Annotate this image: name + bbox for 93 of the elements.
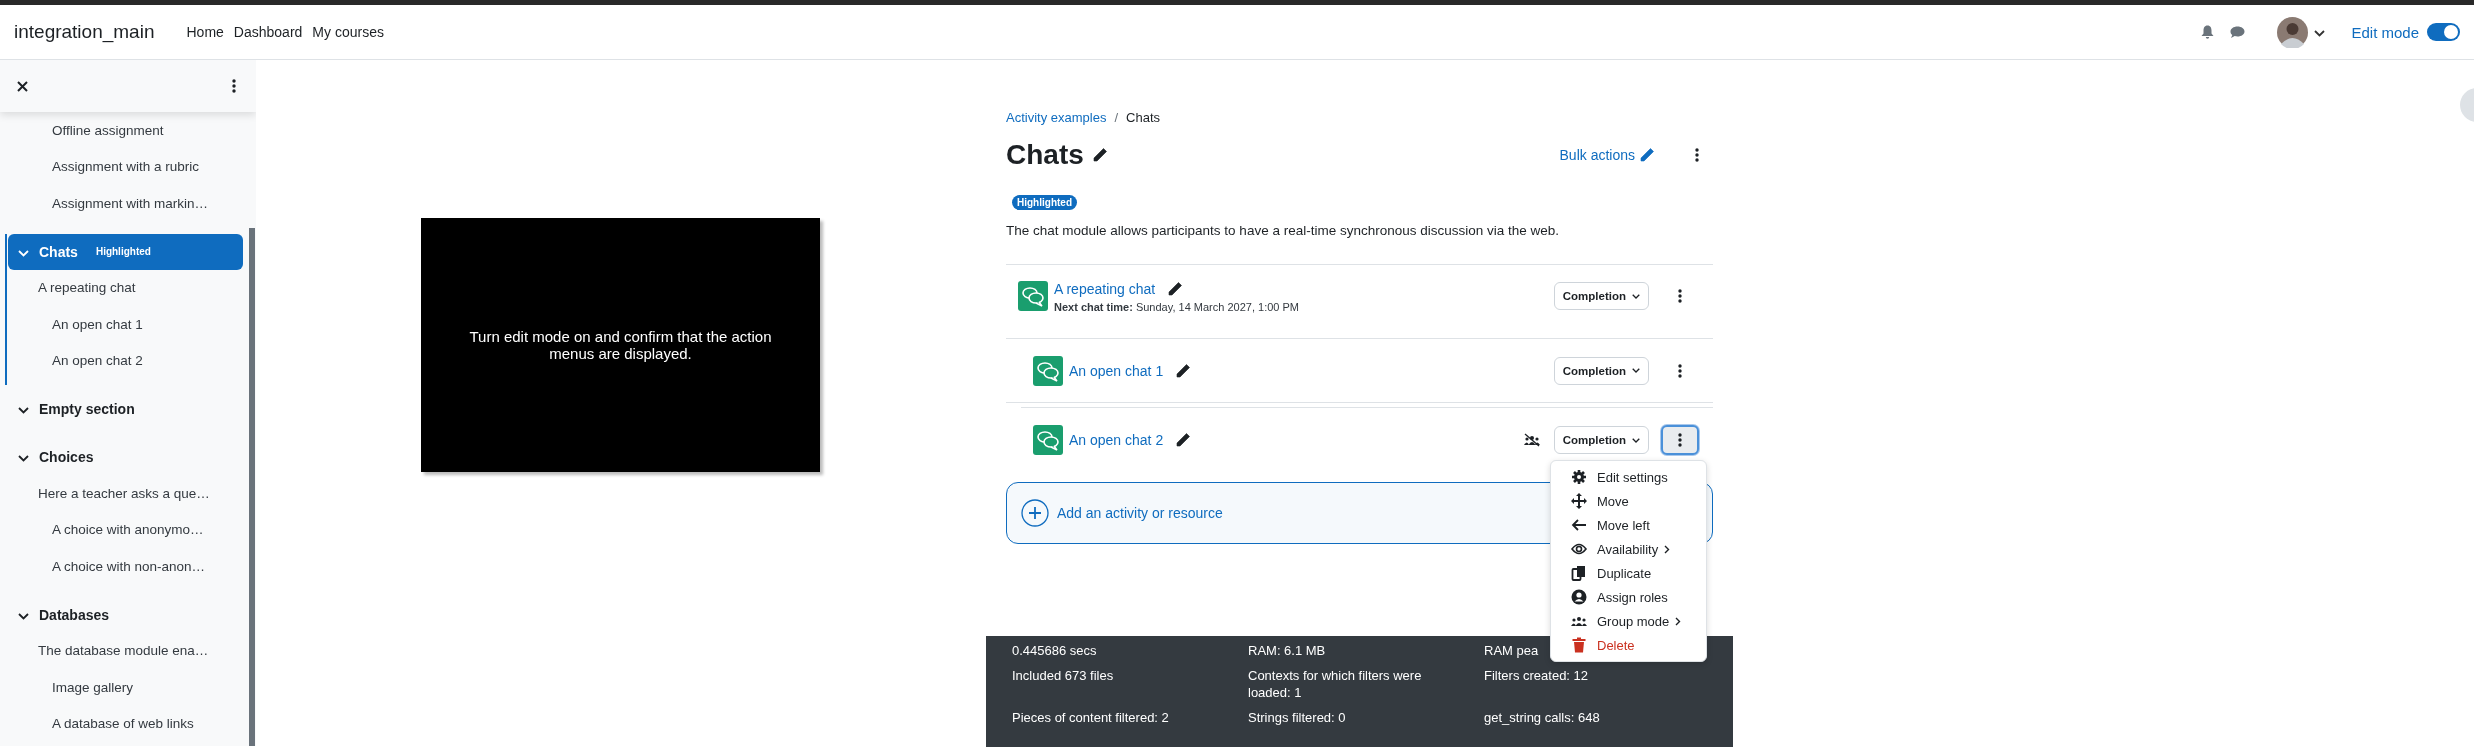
course-index-item[interactable]: Assignment with a rubric bbox=[0, 148, 256, 185]
chat-icon bbox=[1018, 281, 1048, 311]
chevron-icon bbox=[1632, 292, 1640, 300]
copy-icon bbox=[1571, 565, 1587, 581]
chat-bubble-icon[interactable] bbox=[2230, 25, 2246, 39]
footer-stat: 0.445686 secs bbox=[1012, 643, 1097, 658]
section-header[interactable]: Chats Highlighted bbox=[8, 233, 243, 270]
nav-link[interactable]: My courses bbox=[312, 24, 384, 40]
chevron-icon bbox=[18, 407, 29, 414]
course-index-item[interactable]: Image gallery bbox=[0, 669, 256, 706]
completion-dropdown[interactable]: Completion bbox=[1553, 426, 1649, 454]
completion-dropdown[interactable]: Completion bbox=[1553, 356, 1649, 385]
footer-stat: Contexts for which filters were loaded: 1 bbox=[1248, 668, 1422, 700]
course-index-item[interactable]: An open chat 2 bbox=[7, 342, 256, 379]
completion-dropdown[interactable]: Completion bbox=[1553, 282, 1649, 310]
page-title: Chats bbox=[1006, 139, 1084, 171]
course-index-item[interactable]: A choice with non-anon… bbox=[0, 548, 256, 585]
plus-icon bbox=[1021, 499, 1049, 527]
menu-item[interactable]: Group mode bbox=[1551, 609, 1706, 633]
course-index-item[interactable]: A choice with anonymo… bbox=[0, 511, 256, 548]
scrollbar[interactable] bbox=[249, 228, 255, 746]
move-icon bbox=[1571, 493, 1587, 509]
menu-item[interactable]: Assign roles bbox=[1551, 585, 1706, 609]
footer-stat: Strings filtered: 0 bbox=[1248, 710, 1346, 725]
section-header[interactable]: Empty section bbox=[8, 391, 243, 427]
highlighted-label: Highlighted bbox=[95, 246, 151, 257]
footer-stat: RAM pea bbox=[1484, 643, 1539, 658]
course-index-item[interactable]: Here a teacher asks a que… bbox=[0, 475, 256, 512]
avatar-icon[interactable] bbox=[2277, 16, 2309, 48]
more-icon bbox=[1678, 433, 1682, 447]
notice-text: Turn edit mode on and confirm that the action menus are displayed. bbox=[468, 327, 773, 363]
edit-mode-toggle[interactable] bbox=[2427, 23, 2460, 41]
breadcrumb-item[interactable]: Activity examples bbox=[1006, 110, 1107, 125]
course-index-item[interactable]: Offline assignment bbox=[0, 112, 256, 149]
chat-icon bbox=[1033, 355, 1063, 386]
chevron-icon bbox=[18, 249, 29, 257]
footer-stat: get_string calls: 648 bbox=[1484, 710, 1600, 725]
chevron-icon bbox=[1632, 436, 1640, 444]
menu-item[interactable]: Move left bbox=[1551, 513, 1706, 537]
chevron-icon bbox=[18, 455, 29, 462]
user-icon bbox=[1571, 589, 1587, 605]
arrow-left-icon bbox=[1571, 517, 1587, 533]
more-icon bbox=[1695, 148, 1699, 162]
chevron-icon bbox=[18, 612, 29, 620]
pencil-icon bbox=[1167, 281, 1184, 297]
footer-stat: Included 673 files bbox=[1012, 668, 1114, 683]
chevron-icon bbox=[2314, 30, 2326, 37]
footer-stat: Filters created: 12 bbox=[1484, 668, 1589, 683]
gear-icon bbox=[1571, 469, 1587, 485]
course-index-item[interactable]: A database of web links bbox=[0, 705, 256, 742]
breadcrumb-separator: / bbox=[1114, 110, 1119, 125]
section-description: The chat module allows participants to have a real-time synchronous discussion via the web. bbox=[1006, 223, 1561, 238]
section-title: Choices bbox=[39, 449, 94, 465]
nav-link[interactable]: Home bbox=[186, 24, 224, 40]
section-title: Databases bbox=[39, 606, 110, 623]
menu-item[interactable]: Delete bbox=[1551, 633, 1706, 657]
activity-link[interactable]: An open chat 2 bbox=[1069, 432, 1164, 448]
eye-icon bbox=[1571, 541, 1587, 557]
chat-icon bbox=[1033, 425, 1063, 455]
section-header[interactable]: Databases bbox=[8, 596, 243, 633]
edit-mode-label: Edit mode bbox=[2351, 23, 2419, 41]
activity-link[interactable]: A repeating chat bbox=[1054, 281, 1156, 297]
breadcrumb-item: Chats bbox=[1126, 110, 1160, 125]
group-icon[interactable] bbox=[1523, 433, 1540, 447]
trash-icon bbox=[1571, 637, 1587, 653]
more-icon bbox=[1678, 289, 1682, 303]
course-index-item[interactable]: A repeating chat bbox=[7, 269, 256, 306]
highlighted-badge: Highlighted bbox=[1012, 195, 1077, 210]
course-index-item[interactable]: Assignment with markin… bbox=[0, 185, 256, 222]
site-name[interactable]: integration_main bbox=[14, 21, 155, 43]
pencil-icon bbox=[1175, 362, 1192, 379]
course-index-item[interactable]: An open chat 1 bbox=[7, 306, 256, 343]
more-icon bbox=[1678, 363, 1682, 378]
nav-link[interactable]: Dashboard bbox=[233, 24, 303, 40]
chevron-icon bbox=[1632, 367, 1640, 374]
action-menu-button[interactable] bbox=[1661, 425, 1699, 455]
activity-link[interactable]: An open chat 1 bbox=[1069, 362, 1164, 379]
menu-item[interactable]: Duplicate bbox=[1551, 561, 1706, 585]
course-index-item[interactable]: The database module ena… bbox=[0, 632, 256, 669]
section-title: Empty section bbox=[39, 401, 135, 417]
pencil-icon bbox=[1091, 147, 1108, 163]
pencil-icon bbox=[1639, 147, 1655, 163]
footer-stat: Pieces of content filtered: 2 bbox=[1012, 710, 1169, 725]
section-header[interactable]: Choices bbox=[8, 439, 243, 475]
bell-icon[interactable] bbox=[2201, 25, 2215, 39]
bulk-actions-link[interactable]: Bulk actions bbox=[1559, 147, 1655, 163]
activity-detail: Next chat time: Sunday, 14 March 2027, 1:00 PM bbox=[1054, 301, 1299, 313]
footer-stat: RAM: 6.1 MB bbox=[1248, 643, 1326, 658]
pencil-icon bbox=[1175, 432, 1192, 448]
section-title: Chats bbox=[39, 243, 78, 260]
close-icon[interactable] bbox=[17, 80, 28, 92]
more-icon bbox=[232, 79, 236, 93]
menu-item[interactable]: Move bbox=[1551, 489, 1706, 513]
